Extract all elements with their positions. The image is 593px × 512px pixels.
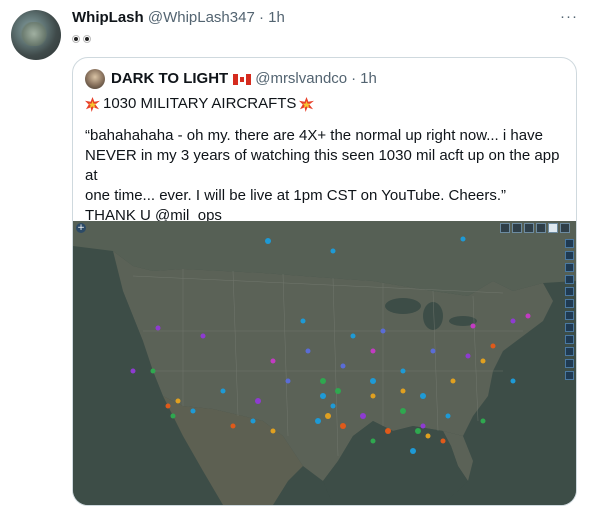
map-tool-button[interactable]: [536, 223, 546, 233]
tweet-text: [72, 30, 91, 47]
quoted-tweet-body: “bahahahaha - oh my. there are 4X+ the n…: [85, 126, 567, 226]
map-tool-button[interactable]: [524, 223, 534, 233]
eyes-emoji-icon: [72, 35, 91, 43]
map-control-button[interactable]: [565, 311, 574, 320]
collision-emoji-icon: [299, 96, 315, 112]
map-side-controls: [565, 239, 574, 380]
quoted-tweet-title: 1030 MILITARY AIRCRAFTS: [85, 94, 315, 114]
map-toolbar: [500, 223, 570, 233]
map-tool-button[interactable]: [560, 223, 570, 233]
quoted-tweet[interactable]: DARK TO LIGHT @mrslvandco · 1h 1030 MILI…: [72, 57, 577, 506]
map-tool-button[interactable]: [548, 223, 558, 233]
user-avatar[interactable]: [11, 10, 61, 60]
map-control-button[interactable]: [565, 299, 574, 308]
add-icon[interactable]: +: [76, 223, 86, 233]
tweet-header: WhipLash @WhipLash347 · 1h: [72, 9, 285, 27]
more-options-button[interactable]: ···: [560, 8, 578, 25]
canada-flag-icon: [233, 73, 252, 85]
quoted-tweet-timestamp[interactable]: 1h: [360, 70, 377, 88]
collision-emoji-icon: [85, 96, 100, 112]
map-control-button[interactable]: [565, 347, 574, 356]
separator: ·: [258, 9, 264, 26]
body-line: one time... ever. I will be live at 1pm …: [85, 187, 507, 204]
map-control-button[interactable]: [565, 335, 574, 344]
display-name[interactable]: WhipLash: [72, 9, 144, 26]
map-tool-button[interactable]: [500, 223, 510, 233]
tweet-timestamp[interactable]: 1h: [268, 9, 285, 26]
quoted-user-avatar[interactable]: [85, 69, 105, 89]
chevron-left-icon[interactable]: [565, 251, 574, 260]
map-control-button[interactable]: [565, 371, 574, 380]
user-handle[interactable]: @WhipLash347: [148, 9, 255, 26]
map-control-button[interactable]: [565, 323, 574, 332]
map-control-button[interactable]: [565, 287, 574, 296]
map-base: [73, 221, 576, 505]
quoted-tweet-header: DARK TO LIGHT @mrslvandco · 1h: [85, 69, 377, 89]
separator: ·: [351, 70, 357, 87]
body-line: “bahahahaha - oh my. there are 4X+ the n…: [85, 127, 543, 144]
quoted-user-handle[interactable]: @mrslvandco: [255, 70, 347, 88]
map-control-button[interactable]: [565, 275, 574, 284]
quoted-display-name[interactable]: DARK TO LIGHT: [111, 70, 228, 88]
map-tool-button[interactable]: [512, 223, 522, 233]
chevron-left-icon[interactable]: [565, 239, 574, 248]
quoted-title-text: 1030 MILITARY AIRCRAFTS: [103, 95, 297, 112]
body-line: NEVER in my 3 years of watching this see…: [85, 147, 560, 184]
map-control-button[interactable]: [565, 263, 574, 272]
map-control-button[interactable]: [565, 359, 574, 368]
flight-map-image[interactable]: +: [73, 221, 576, 505]
